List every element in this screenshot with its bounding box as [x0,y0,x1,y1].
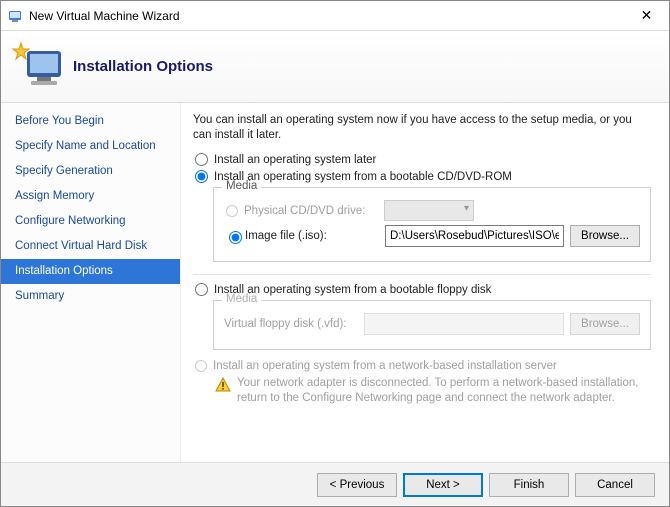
radio-install-cd[interactable] [195,170,208,183]
option-install-floppy[interactable]: Install an operating system from a boota… [193,283,651,296]
step-assign-memory[interactable]: Assign Memory [1,184,180,209]
floppy-media-legend: Media [222,293,261,305]
step-configure-networking[interactable]: Configure Networking [1,209,180,234]
sidebar: Before You Begin Specify Name and Locati… [1,103,181,462]
close-button[interactable]: ✕ [624,1,669,30]
option-install-later-label: Install an operating system later [214,154,376,166]
previous-button[interactable]: < Previous [317,473,397,497]
wizard-header-icon [9,39,69,94]
radio-install-later[interactable] [195,153,208,166]
step-summary[interactable]: Summary [1,284,180,309]
step-specify-name-location[interactable]: Specify Name and Location [1,134,180,159]
option-install-cd[interactable]: Install an operating system from a boota… [193,170,651,183]
step-installation-options[interactable]: Installation Options [1,259,180,284]
content-panel: You can install an operating system now … [181,103,669,462]
radio-install-network [195,360,207,372]
cancel-button[interactable]: Cancel [575,473,655,497]
image-file-label: Image file (.iso): [245,230,385,242]
window-title: New Virtual Machine Wizard [29,9,624,23]
step-before-you-begin[interactable]: Before You Begin [1,109,180,134]
step-specify-generation[interactable]: Specify Generation [1,159,180,184]
cd-media-legend: Media [222,180,261,192]
browse-vfd-button: Browse... [570,313,640,335]
radio-image-file[interactable] [229,231,242,244]
radio-physical-drive [226,205,238,217]
title-bar: New Virtual Machine Wizard ✕ [1,1,669,31]
page-title: Installation Options [73,58,213,75]
radio-install-floppy[interactable] [195,283,208,296]
physical-drive-dropdown [384,200,474,221]
floppy-media-group: Media Virtual floppy disk (.vfd): Browse… [213,300,651,350]
wizard-header: Installation Options [1,31,669,103]
network-warning: Your network adapter is disconnected. To… [215,376,651,406]
floppy-file-path-input [364,313,564,335]
wizard-window: New Virtual Machine Wizard ✕ Installatio… [0,0,670,507]
option-install-network: Install an operating system from a netwo… [193,360,651,372]
physical-drive-label: Physical CD/DVD drive: [244,205,384,217]
image-file-path-input[interactable] [385,225,564,247]
floppy-file-label: Virtual floppy disk (.vfd): [224,318,364,330]
app-icon [7,8,23,24]
wizard-body: Before You Begin Specify Name and Locati… [1,103,669,462]
option-install-later[interactable]: Install an operating system later [193,153,651,166]
wizard-footer: < Previous Next > Finish Cancel [1,462,669,506]
separator [193,274,651,275]
warning-icon [215,377,231,393]
network-warning-text: Your network adapter is disconnected. To… [237,376,651,406]
option-install-network-label: Install an operating system from a netwo… [213,360,557,372]
intro-text: You can install an operating system now … [193,113,651,143]
browse-iso-button[interactable]: Browse... [570,225,640,247]
step-connect-virtual-hard-disk[interactable]: Connect Virtual Hard Disk [1,234,180,259]
cd-media-group: Media Physical CD/DVD drive: Image file … [213,187,651,262]
finish-button[interactable]: Finish [489,473,569,497]
next-button[interactable]: Next > [403,473,483,497]
